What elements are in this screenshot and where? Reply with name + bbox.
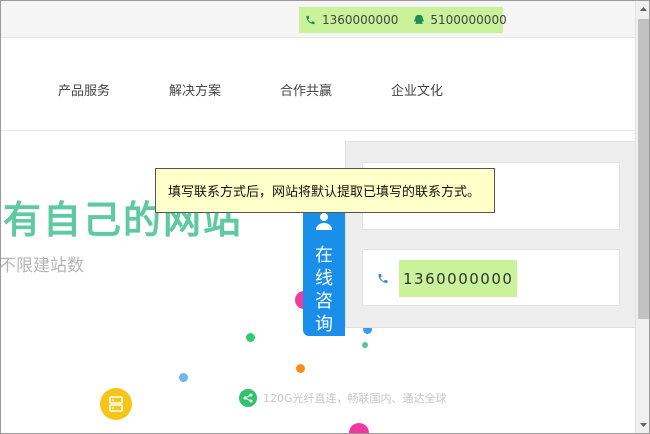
online-consult-label: 在线咨询 — [315, 245, 333, 335]
phone-icon — [305, 14, 316, 26]
user-icon — [315, 212, 333, 234]
top-qq-number: 5100000000 — [430, 13, 507, 27]
decor-dot — [179, 373, 188, 382]
nav-item-cooperation[interactable]: 合作共赢 — [280, 80, 332, 99]
nav-item-culture[interactable]: 企业文化 — [391, 80, 443, 99]
vertical-scrollbar[interactable] — [635, 1, 649, 433]
top-contact-bar: 1360000000 5100000000 — [1, 1, 635, 38]
decor-dot — [362, 342, 368, 348]
hero-subtitle: 不限建站数 — [0, 256, 84, 276]
main-nav: 产品服务 解决方案 合作共赢 企业文化 — [1, 38, 635, 131]
top-qq[interactable]: 5100000000 — [412, 13, 507, 27]
feature-line: 120G光纤直连，畅联国内、通达全球 — [239, 389, 447, 407]
top-phone[interactable]: 1360000000 — [305, 13, 398, 27]
browser-viewport: 1360000000 5100000000 产品服务 解决方案 合作共赢 企业文… — [0, 0, 650, 434]
top-contact-highlight: 1360000000 5100000000 — [299, 7, 507, 33]
phone-icon — [377, 270, 389, 289]
feature-text: 120G光纤直连，畅联国内、通达全球 — [263, 392, 447, 405]
scrollbar-thumb[interactable] — [638, 19, 649, 319]
server-icon — [100, 388, 132, 420]
decor-dot — [296, 364, 305, 373]
tooltip: 填写联系方式后，网站将默认提取已填写的联系方式。 — [155, 168, 495, 213]
nav-item-solutions[interactable]: 解决方案 — [169, 80, 221, 99]
scroll-down-arrow-icon[interactable] — [636, 417, 649, 433]
nav-item-products[interactable]: 产品服务 — [58, 80, 110, 99]
decor-dot — [246, 333, 255, 342]
panel-phone-number: 1360000000 — [399, 260, 518, 297]
scroll-up-arrow-icon[interactable] — [636, 1, 649, 17]
contact-box-phone[interactable]: 1360000000 — [362, 249, 620, 306]
qq-penguin-icon — [412, 14, 425, 26]
online-consult-tab[interactable]: 在线咨询 — [303, 196, 345, 336]
share-icon — [239, 389, 257, 407]
top-phone-number: 1360000000 — [322, 13, 399, 27]
decor-dot — [349, 423, 369, 433]
